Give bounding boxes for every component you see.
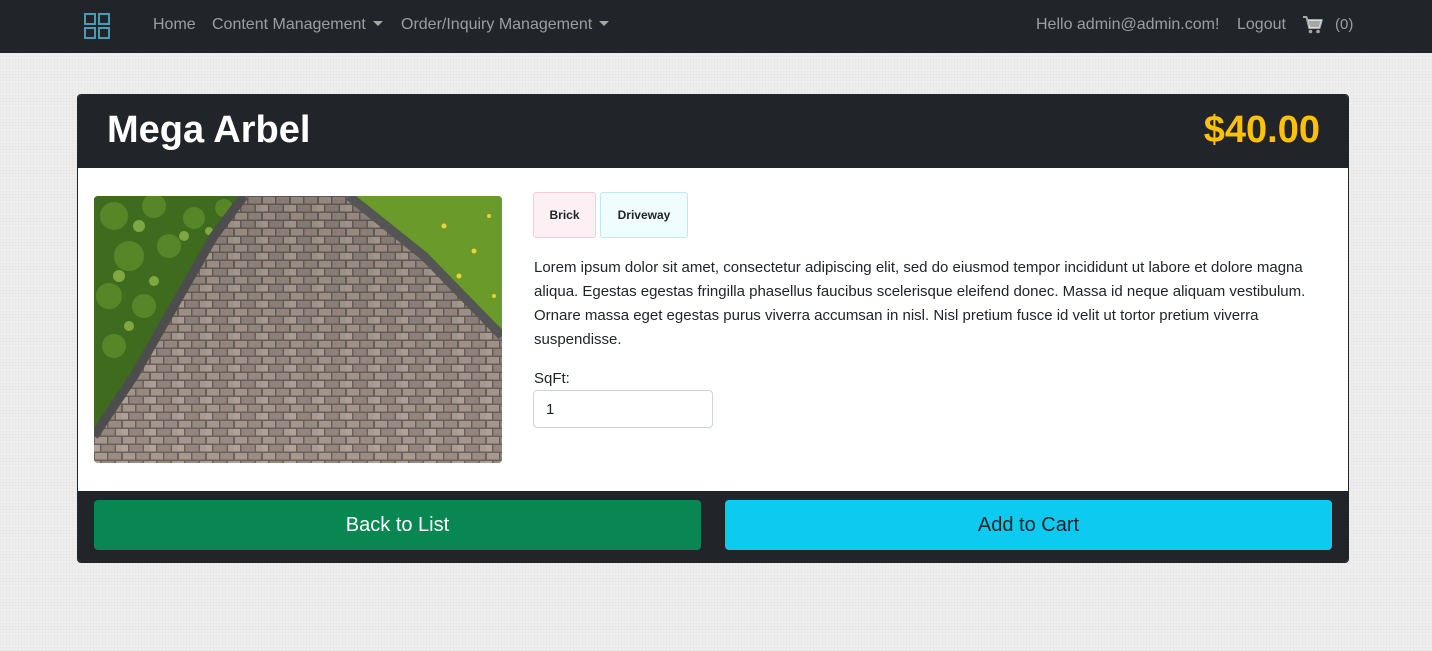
chevron-down-icon bbox=[599, 21, 610, 26]
product-description: Lorem ipsum dolor sit amet, consectetur … bbox=[534, 259, 1306, 348]
product-card-footer: Back to List Add to Cart bbox=[78, 491, 1348, 562]
tag-driveway: Driveway bbox=[600, 192, 688, 238]
chevron-down-icon bbox=[372, 21, 383, 26]
product-title: Mega Arbel bbox=[107, 109, 311, 151]
sqft-label: SqFt: bbox=[534, 370, 570, 387]
product-price: $40.00 bbox=[1203, 109, 1320, 151]
cart-count[interactable]: (0) bbox=[1335, 15, 1353, 35]
nav-order-inquiry-dropdown[interactable]: Order/Inquiry Management bbox=[401, 15, 610, 35]
nav-logout-link[interactable]: Logout bbox=[1237, 15, 1286, 35]
nav-content-management-label: Content Management bbox=[212, 16, 366, 33]
top-navbar: Home Content Management Order/Inquiry Ma… bbox=[0, 0, 1432, 53]
sqft-input[interactable] bbox=[533, 390, 713, 428]
product-card-header: Mega Arbel $40.00 bbox=[78, 95, 1348, 168]
back-to-list-button[interactable]: Back to List bbox=[94, 500, 701, 550]
nav-order-inquiry-label: Order/Inquiry Management bbox=[401, 16, 593, 33]
nav-home-link[interactable]: Home bbox=[153, 15, 196, 35]
shopping-cart-icon[interactable] bbox=[1303, 16, 1323, 34]
nav-user-greeting[interactable]: Hello admin@admin.com! bbox=[1036, 15, 1219, 35]
product-image bbox=[94, 196, 502, 463]
brick-paver-walkway-photo bbox=[94, 196, 502, 463]
add-to-cart-button[interactable]: Add to Cart bbox=[725, 500, 1332, 550]
grid-logo-icon[interactable] bbox=[84, 13, 111, 40]
nav-content-management-dropdown[interactable]: Content Management bbox=[212, 15, 383, 35]
product-card: Mega Arbel $40.00 Brick Driveway Lorem i… bbox=[77, 94, 1349, 563]
tag-brick: Brick bbox=[533, 192, 596, 238]
